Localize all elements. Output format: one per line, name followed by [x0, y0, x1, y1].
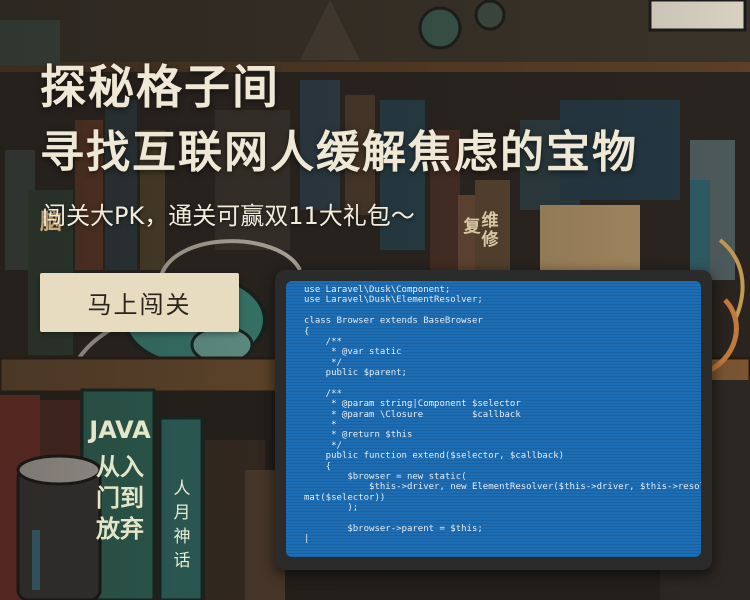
promo-subtitle: 闯关大PK，通关可赢双11大礼包～: [42, 202, 415, 230]
code-line: $browser = new static(: [304, 472, 467, 483]
code-listing: use Laravel\Dusk\Component; use Laravel\D…: [304, 285, 701, 545]
code-line: * @return $this: [304, 430, 413, 441]
code-line: * @var static: [304, 347, 402, 358]
code-line: *: [304, 420, 337, 431]
code-line: */: [304, 440, 342, 451]
code-line: $this->driver, new ElementResolver($this…: [369, 482, 701, 493]
code-line: * @param string|Component $selector: [304, 399, 521, 410]
code-line: |: [304, 534, 310, 545]
code-line: );: [304, 503, 359, 514]
code-line: use Laravel\Dusk\Component;: [304, 285, 451, 295]
code-line: public function extend($selector, $callb…: [304, 451, 565, 462]
code-line: /**: [304, 388, 342, 399]
java-book-title: JAVA: [89, 416, 151, 444]
code-line: public $parent;: [304, 368, 407, 379]
code-line: {: [304, 326, 310, 337]
code-line: * @param \Closure $callback: [304, 409, 521, 420]
start-challenge-button[interactable]: 马上闯关: [40, 273, 239, 332]
code-line: $browser->parent = $this;: [304, 523, 483, 534]
java-book-subtitle: 从入门到放弃: [96, 453, 144, 543]
code-line: {: [304, 461, 332, 472]
headline-line-2: 寻找互联网人缓解焦虑的宝物: [40, 127, 638, 178]
mythical-man-month-book: 人月神话: [173, 479, 191, 571]
book-spine-label: 维修: [481, 211, 499, 250]
code-line: class Browser extends BaseBrowser: [304, 316, 483, 327]
code-line: /**: [304, 336, 342, 347]
computer-monitor: use Laravel\Dusk\Component; use Laravel\D…: [275, 270, 712, 570]
headline: 探秘格子间 寻找互联网人缓解焦虑的宝物: [40, 58, 638, 182]
code-screen: use Laravel\Dusk\Component; use Laravel\D…: [286, 281, 701, 557]
code-line: */: [304, 357, 342, 368]
headline-line-1: 探秘格子间: [40, 60, 280, 114]
code-line: use Laravel\Dusk\ElementResolver;: [304, 295, 483, 306]
code-line: mat($selector)): [304, 492, 386, 503]
